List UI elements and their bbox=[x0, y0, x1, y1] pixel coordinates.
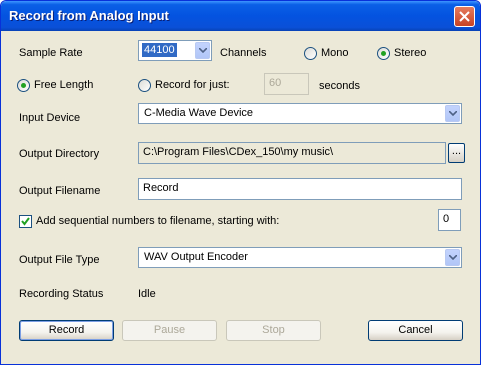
record-button[interactable]: Record bbox=[19, 320, 114, 341]
record-for-label[interactable]: Record for just: bbox=[155, 78, 230, 92]
checkmark-icon bbox=[21, 217, 30, 226]
browse-button[interactable]: ... bbox=[448, 143, 465, 163]
dialog-body: Sample Rate 44100 Channels Mono Stereo F… bbox=[4, 31, 477, 363]
sample-rate-value: 44100 bbox=[142, 43, 177, 57]
output-directory-label: Output Directory bbox=[19, 148, 100, 160]
sample-rate-select[interactable]: 44100 bbox=[138, 40, 212, 61]
output-filename-label: Output Filename bbox=[19, 185, 101, 197]
record-for-radio[interactable] bbox=[138, 79, 151, 92]
window-title: Record from Analog Input bbox=[9, 8, 169, 23]
mono-radio[interactable] bbox=[304, 47, 317, 60]
channels-label: Channels bbox=[220, 47, 267, 59]
title-bar[interactable]: Record from Analog Input bbox=[1, 1, 480, 31]
sequential-checkbox[interactable] bbox=[19, 215, 32, 228]
input-device-value: C-Media Wave Device bbox=[144, 107, 254, 119]
input-device-select[interactable]: C-Media Wave Device bbox=[138, 103, 462, 124]
sequential-start-input[interactable]: 0 bbox=[438, 209, 461, 231]
close-icon bbox=[459, 11, 470, 22]
output-filename-input[interactable]: Record bbox=[138, 178, 462, 200]
chevron-down-icon[interactable] bbox=[195, 42, 210, 59]
mono-label[interactable]: Mono bbox=[321, 46, 349, 60]
dialog-window: Record from Analog Input Sample Rate 441… bbox=[0, 0, 481, 365]
free-length-label[interactable]: Free Length bbox=[34, 78, 93, 92]
stereo-label[interactable]: Stereo bbox=[394, 46, 426, 60]
sequential-label[interactable]: Add sequential numbers to filename, star… bbox=[36, 214, 279, 228]
input-device-label: Input Device bbox=[19, 112, 81, 124]
pause-button[interactable]: Pause bbox=[122, 320, 217, 341]
cancel-button[interactable]: Cancel bbox=[368, 320, 463, 341]
close-button[interactable] bbox=[454, 6, 475, 27]
output-directory-field[interactable]: C:\Program Files\CDex_150\my music\ bbox=[138, 142, 446, 164]
seconds-input[interactable]: 60 bbox=[264, 73, 309, 95]
seconds-label: seconds bbox=[319, 80, 360, 92]
stereo-radio[interactable] bbox=[377, 47, 390, 60]
recording-status-value: Idle bbox=[138, 288, 156, 300]
output-file-type-select[interactable]: WAV Output Encoder bbox=[138, 247, 462, 268]
free-length-radio[interactable] bbox=[17, 79, 30, 92]
output-file-type-label: Output File Type bbox=[19, 254, 100, 266]
recording-status-label: Recording Status bbox=[19, 288, 104, 300]
stop-button[interactable]: Stop bbox=[226, 320, 321, 341]
output-file-type-value: WAV Output Encoder bbox=[144, 251, 248, 263]
sample-rate-label: Sample Rate bbox=[19, 47, 83, 59]
chevron-down-icon[interactable] bbox=[445, 249, 460, 266]
chevron-down-icon[interactable] bbox=[445, 105, 460, 122]
